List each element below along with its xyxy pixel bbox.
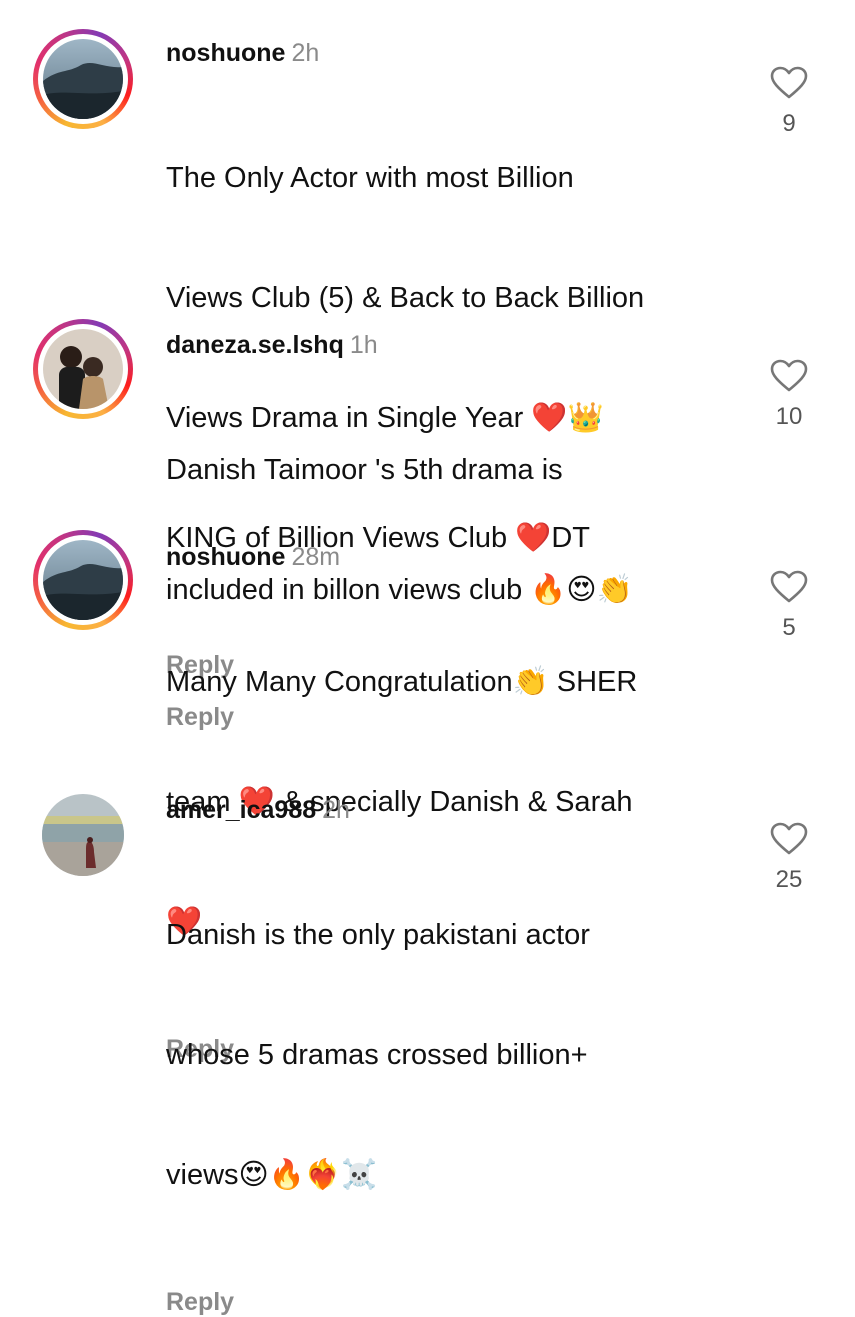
username[interactable]: noshuone [166,543,285,571]
like-count: 25 [775,866,803,893]
comment-meta: noshuone 2h [166,38,726,68]
avatar-wrap[interactable] [42,794,124,876]
comment-meta: amer_ica988 2h [166,795,726,825]
username[interactable]: daneza.se.lshq [166,331,344,359]
timestamp: 1h [349,331,378,359]
avatar-story-ring[interactable] [33,319,133,419]
like-count: 9 [782,110,796,137]
comment-text-line: whose 5 dramas crossed billion+ [166,1039,588,1071]
heart-outline-icon[interactable] [770,359,808,393]
like-count: 10 [775,403,803,430]
beach-photo-avatar-image [42,794,124,876]
like-control: 25 [760,822,818,894]
heart-outline-icon[interactable] [770,822,808,856]
username[interactable]: noshuone [166,39,285,67]
like-control: 5 [760,570,818,642]
like-control: 9 [760,66,818,138]
reply-button[interactable]: Reply [166,1287,726,1317]
avatar [43,540,123,620]
timestamp: 2h [291,39,320,67]
comment-text-line: Danish is the only pakistani actor [166,919,590,951]
comment-meta: daneza.se.lshq 1h [166,330,726,360]
landscape-avatar-image [43,39,123,119]
timestamp: 2h [322,796,350,824]
like-control: 10 [760,359,818,431]
avatar-story-ring[interactable] [33,530,133,630]
avatar [42,794,124,876]
comment-text-line: views😍🔥❤️‍🔥☠️ [166,1159,378,1191]
couple-avatar-image [43,329,123,409]
comment-text: Danish is the only pakistani actor whose… [166,835,726,1275]
avatar [43,39,123,119]
heart-outline-icon[interactable] [770,66,808,100]
comment-text-line: Views Club (5) & Back to Back Billion [166,282,645,314]
username[interactable]: amer_ica988 [166,796,316,824]
comment-text-line: The Only Actor with most Billion [166,162,574,194]
comment-text-line: Danish Taimoor 's 5th drama is [166,454,563,486]
heart-outline-icon[interactable] [770,570,808,604]
avatar [43,329,123,409]
comment-text-line: Many Many Congratulation👏 SHER [166,666,638,698]
like-count: 5 [782,614,796,641]
comment-meta: noshuone 28m [166,542,726,572]
timestamp: 28m [291,543,341,571]
landscape-avatar-image [43,540,123,620]
avatar-story-ring[interactable] [33,29,133,129]
